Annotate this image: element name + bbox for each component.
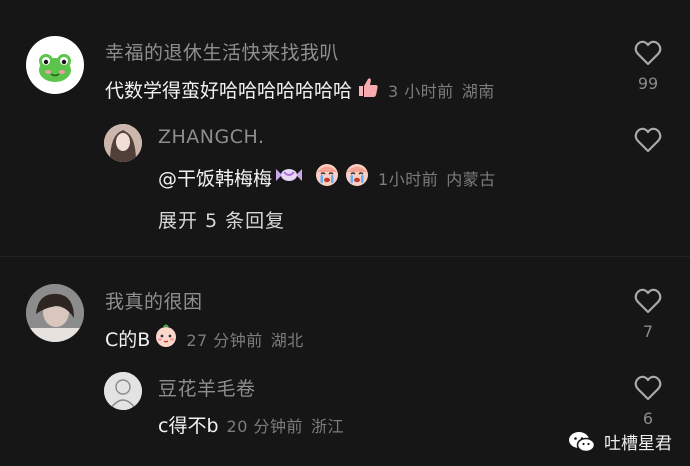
like-group bbox=[628, 127, 668, 153]
reply-time: 1小时前 bbox=[378, 169, 439, 189]
baby-face-emoji bbox=[154, 324, 178, 353]
like-group: 7 bbox=[628, 288, 668, 341]
candy-emoji bbox=[276, 165, 303, 190]
reply-location: 内蒙古 bbox=[446, 169, 496, 189]
like-count: 6 bbox=[642, 409, 654, 428]
person-photo-avatar-icon bbox=[26, 284, 84, 342]
comment-username[interactable]: 我真的很困 bbox=[105, 287, 203, 314]
heart-outline-icon[interactable] bbox=[634, 375, 662, 401]
heart-outline-icon[interactable] bbox=[634, 288, 662, 314]
reply-avatar[interactable] bbox=[104, 372, 142, 410]
watermark-text: 吐槽星君 bbox=[604, 434, 672, 454]
reply-content: c得不b 20 分钟前 浙江 bbox=[158, 411, 344, 438]
like-group: 99 bbox=[628, 40, 668, 93]
reply-username[interactable]: ZHANGCH. bbox=[158, 126, 265, 148]
comment-time: 3 小时前 bbox=[388, 81, 454, 101]
reply-text: @干饭韩梅梅 bbox=[158, 168, 273, 190]
wechat-icon bbox=[569, 431, 596, 452]
watermark: 吐槽星君 bbox=[568, 429, 672, 454]
comment-section: 幸福的退休生活快来找我叭 代数学得蛮好哈哈哈哈哈哈哈 3 小时前 湖南 99 Z… bbox=[0, 0, 690, 466]
comment-time: 27 分钟前 bbox=[186, 330, 263, 350]
like-count: 7 bbox=[642, 322, 654, 341]
comment-username[interactable]: 幸福的退休生活快来找我叭 bbox=[105, 38, 339, 65]
reply-avatar[interactable] bbox=[104, 124, 142, 162]
reply-location: 浙江 bbox=[310, 416, 344, 436]
reply-content: @干饭韩梅梅 1小时前 内蒙古 bbox=[158, 162, 496, 193]
heart-outline-icon[interactable] bbox=[634, 127, 662, 153]
sketch-avatar-icon bbox=[104, 372, 142, 410]
comment-text: 代数学得蛮好哈哈哈哈哈哈哈 bbox=[105, 80, 353, 102]
crying-face-emoji bbox=[344, 162, 370, 193]
like-group: 6 bbox=[628, 375, 668, 428]
reply-time: 20 分钟前 bbox=[226, 416, 303, 436]
divider bbox=[0, 256, 690, 257]
comment-location: 湖北 bbox=[270, 330, 304, 350]
avatar[interactable] bbox=[26, 284, 84, 342]
heart-outline-icon[interactable] bbox=[634, 40, 662, 66]
thumbs-up-emoji bbox=[356, 76, 380, 103]
comment-content: 代数学得蛮好哈哈哈哈哈哈哈 3 小时前 湖南 bbox=[105, 76, 495, 103]
comment-text: C的B bbox=[105, 329, 151, 351]
comment-content: C的B 27 分钟前 湖北 bbox=[105, 324, 304, 353]
comment-location: 湖南 bbox=[461, 81, 495, 101]
expand-replies-button[interactable]: 展开 5 条回复 bbox=[158, 206, 285, 233]
like-count: 99 bbox=[637, 74, 659, 93]
reply-username[interactable]: 豆花羊毛卷 bbox=[158, 374, 256, 401]
frog-avatar-icon bbox=[39, 54, 71, 82]
reply-text: c得不b bbox=[158, 415, 219, 437]
person-avatar-icon bbox=[104, 124, 142, 162]
avatar[interactable] bbox=[26, 36, 84, 94]
crying-face-emoji bbox=[314, 162, 340, 193]
